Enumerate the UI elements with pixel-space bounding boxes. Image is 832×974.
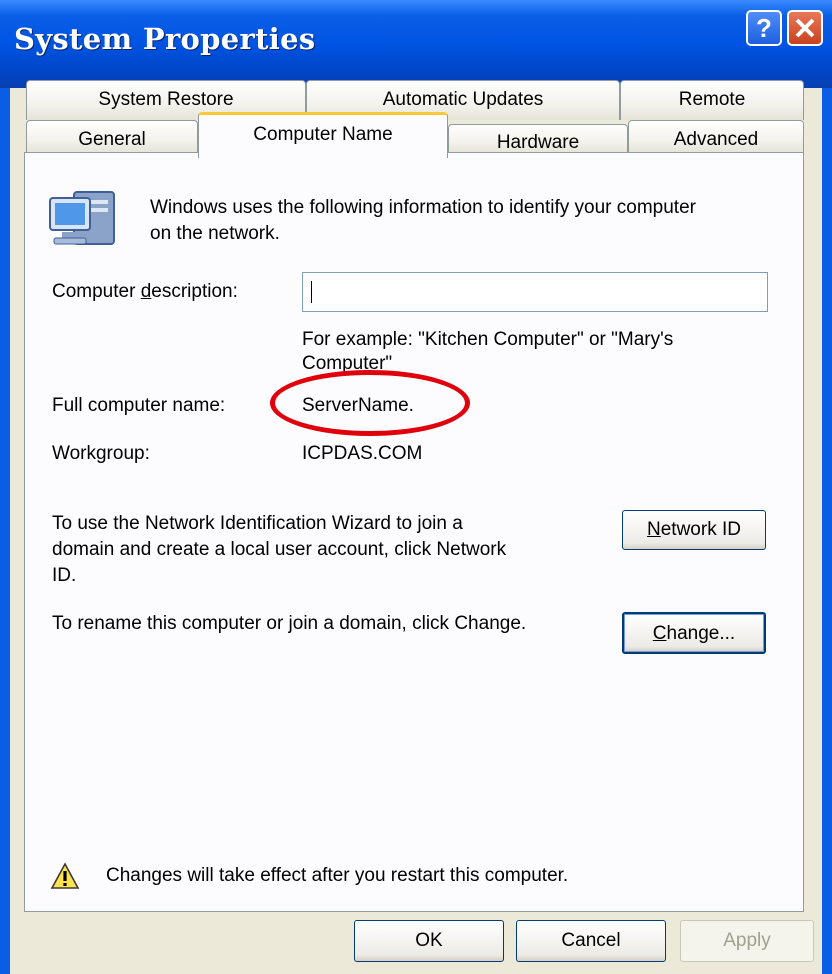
ok-button[interactable]: OK	[354, 920, 504, 962]
help-icon: ?	[756, 13, 772, 43]
system-properties-window: System Properties ? System Restore Autom…	[0, 0, 832, 974]
highlight-circle	[270, 370, 470, 436]
cancel-button[interactable]: Cancel	[516, 920, 666, 962]
title-bar[interactable]: System Properties ?	[0, 0, 832, 88]
network-id-text-line3: ID.	[52, 565, 77, 586]
computer-description-input[interactable]	[302, 272, 768, 312]
intro-text-line1: Windows uses the following information t…	[150, 197, 696, 218]
workgroup-value: ICPDAS.COM	[302, 443, 423, 464]
close-button[interactable]	[787, 10, 823, 46]
window-left-border	[0, 88, 10, 974]
tab-general[interactable]: General	[26, 120, 198, 153]
help-button[interactable]: ?	[746, 10, 782, 46]
network-id-button[interactable]: Network ID	[622, 510, 766, 550]
network-id-text-line2: domain and create a local user account, …	[52, 539, 507, 560]
change-button[interactable]: Change...	[622, 612, 766, 654]
tab-computer-name[interactable]: Computer Name	[198, 112, 448, 158]
tab-advanced[interactable]: Advanced	[628, 120, 804, 153]
tab-hardware[interactable]: Hardware	[448, 124, 628, 153]
network-id-text-line1: To use the Network Identification Wizard…	[52, 513, 463, 534]
full-computer-name-label: Full computer name:	[52, 395, 226, 416]
text-caret	[311, 281, 312, 303]
computer-description-label: Computer description:	[52, 281, 238, 302]
warning-icon	[50, 862, 80, 889]
computer-icon	[49, 191, 115, 245]
tab-remote[interactable]: Remote	[620, 80, 804, 120]
close-icon	[795, 18, 815, 38]
description-hint-line1: For example: "Kitchen Computer" or "Mary…	[302, 329, 674, 350]
workgroup-label: Workgroup:	[52, 443, 150, 464]
window-title: System Properties	[14, 22, 316, 56]
intro-text-line2: on the network.	[150, 223, 280, 244]
restart-warning-text: Changes will take effect after you resta…	[106, 865, 569, 886]
window-right-border	[822, 88, 832, 974]
change-text: To rename this computer or join a domain…	[52, 613, 527, 634]
apply-button[interactable]: Apply	[680, 920, 814, 962]
